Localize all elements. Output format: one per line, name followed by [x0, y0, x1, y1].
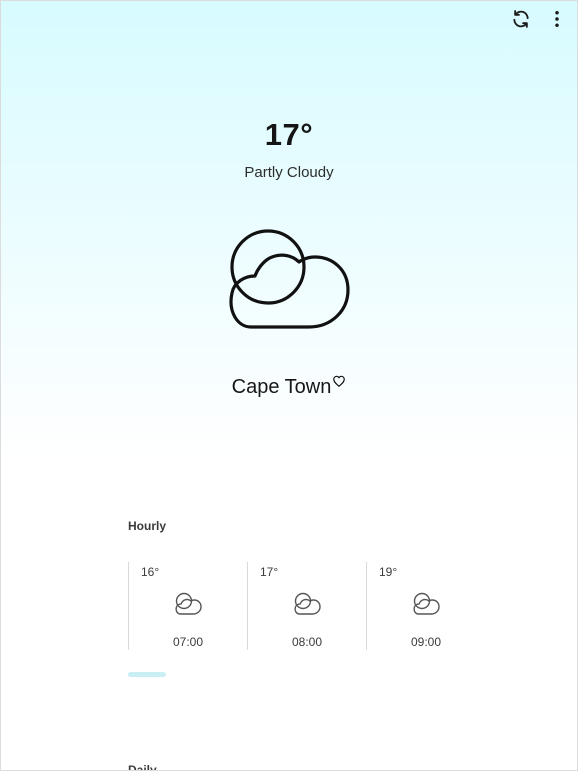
partly-cloudy-icon — [175, 592, 202, 615]
city-name: Cape Town — [231, 376, 332, 398]
city-row: Cape Town — [1, 374, 577, 399]
hourly-temperature: 16° — [141, 565, 160, 579]
daily-section-label: Daily — [128, 763, 157, 771]
hourly-time: 09:00 — [410, 635, 442, 649]
hourly-forecast-list[interactable]: 16° 07:00 17° 08:00 19° 09:00 — [128, 562, 485, 650]
partly-cloudy-icon — [229, 229, 350, 329]
hourly-temperature: 19° — [379, 565, 398, 579]
partly-cloudy-icon — [294, 592, 321, 615]
hourly-section-label: Hourly — [128, 519, 167, 533]
refresh-button[interactable] — [509, 7, 533, 31]
more-vertical-icon — [555, 11, 559, 27]
partly-cloudy-icon — [413, 592, 440, 615]
heart-outline-icon[interactable] — [332, 374, 346, 388]
current-condition: Partly Cloudy — [244, 164, 334, 181]
weather-screen: 17° Partly Cloudy Cape Town Hourly 16° 0… — [0, 0, 578, 771]
more-options-button[interactable] — [545, 7, 569, 31]
hourly-time: 07:00 — [172, 635, 204, 649]
hourly-scroll-indicator[interactable] — [128, 672, 166, 677]
hourly-temperature: 17° — [260, 565, 279, 579]
hourly-time: 08:00 — [291, 635, 323, 649]
hourly-forecast-item[interactable]: 17° 08:00 — [247, 562, 366, 650]
current-temperature: 17° — [264, 117, 314, 152]
hourly-forecast-item[interactable]: 19° 09:00 — [366, 562, 485, 650]
top-actions — [509, 7, 569, 31]
refresh-icon — [513, 10, 529, 28]
hourly-forecast-item[interactable]: 16° 07:00 — [128, 562, 247, 650]
